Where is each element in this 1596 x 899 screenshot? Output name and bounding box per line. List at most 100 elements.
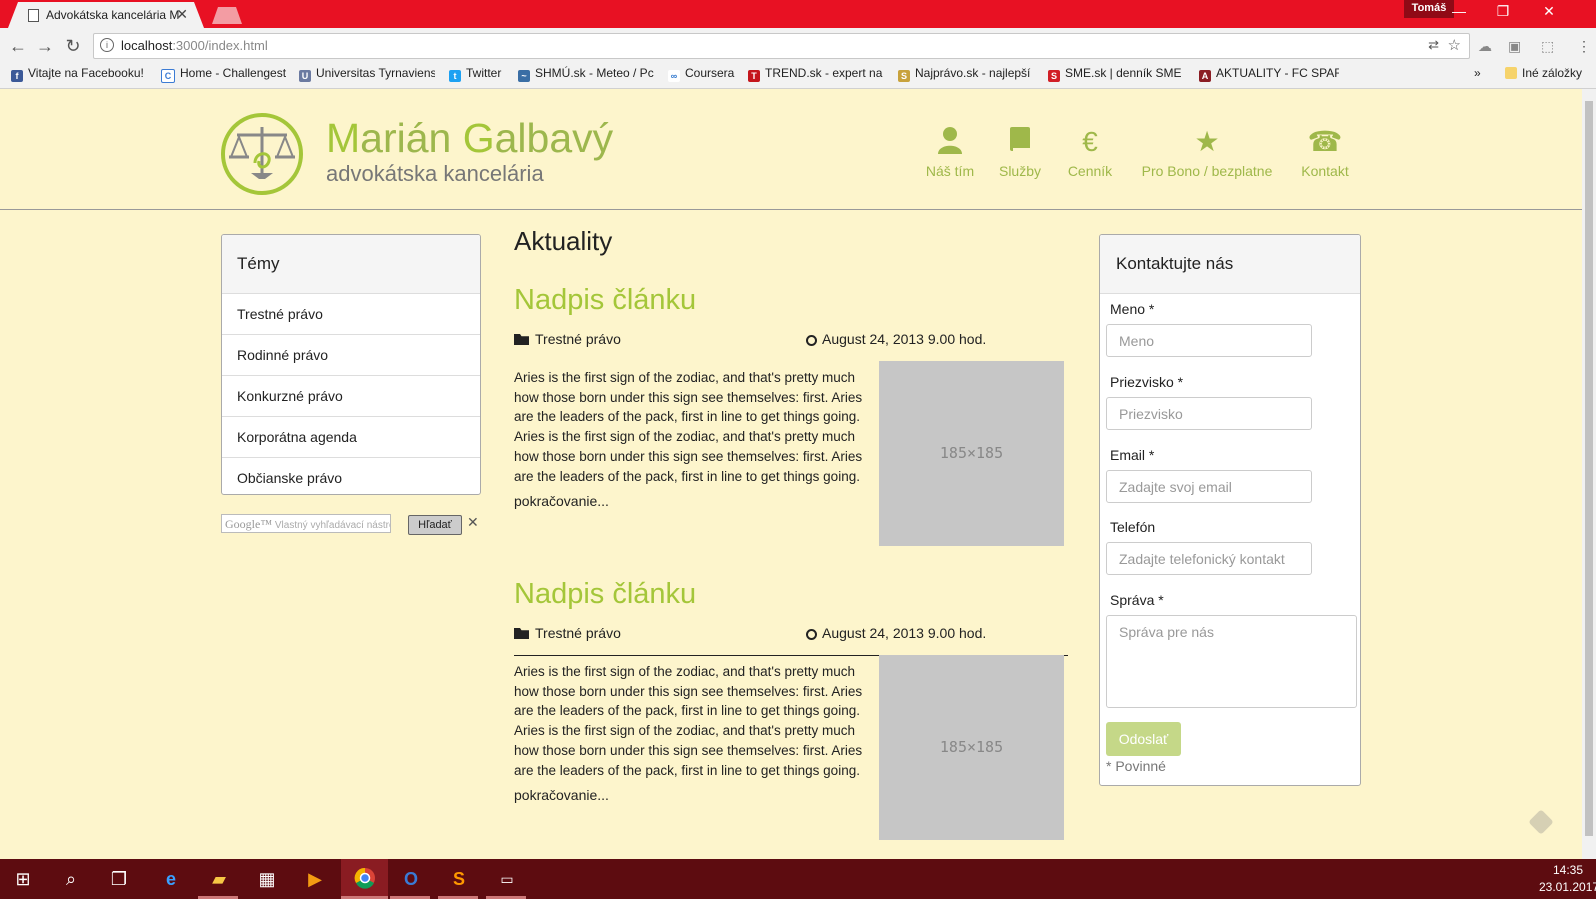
address-bar[interactable]: i localhost:3000/index.html ⇄ ☆ bbox=[93, 33, 1470, 59]
page-scrollbar[interactable] bbox=[1582, 89, 1596, 859]
close-window-icon[interactable]: ✕ bbox=[1534, 3, 1564, 20]
bookmark-star-icon[interactable]: ☆ bbox=[1448, 36, 1461, 54]
article-category-label: Trestné právo bbox=[535, 331, 621, 347]
search-placeholder: Vlastný vyhľadávací nástroj bbox=[274, 520, 391, 531]
store-icon[interactable]: ▦ bbox=[254, 867, 280, 891]
file-explorer-icon[interactable]: ▰ bbox=[206, 867, 232, 891]
outlook-icon[interactable]: O bbox=[398, 867, 424, 891]
google-logo-text: Google™ bbox=[225, 517, 273, 531]
article-excerpt: Aries is the first sign of the zodiac, a… bbox=[514, 370, 863, 484]
bookmark-item[interactable]: T TREND.sk - expert na bbox=[748, 66, 884, 82]
back-icon[interactable]: ← bbox=[7, 36, 29, 57]
bookmark-item[interactable]: A AKTUALITY - FC SPAR bbox=[1199, 66, 1339, 82]
nav-item-pro-bono[interactable]: ★ Pro Bono / bezplatne bbox=[1140, 125, 1274, 179]
read-more-link[interactable]: pokračovanie... bbox=[514, 493, 609, 509]
translate-icon[interactable]: ⇄ bbox=[1428, 37, 1439, 53]
google-search-input[interactable]: Google™ Vlastný vyhľadávací nástroj bbox=[221, 514, 391, 533]
university-icon: U bbox=[299, 70, 311, 82]
surname-input[interactable]: Priezvisko bbox=[1106, 397, 1312, 430]
article-category[interactable]: Trestné právo bbox=[514, 625, 621, 641]
topic-item[interactable]: Trestné právo bbox=[222, 294, 480, 335]
send-button[interactable]: Odoslať bbox=[1106, 722, 1181, 756]
media-player-icon[interactable]: ▶ bbox=[302, 867, 328, 891]
nav-label: Cenník bbox=[1067, 163, 1113, 179]
phone-label: Telefón bbox=[1110, 519, 1156, 535]
extension-cast-icon[interactable]: ▣ bbox=[1508, 38, 1521, 55]
user-svg bbox=[938, 127, 962, 154]
logo-scales-svg bbox=[229, 127, 295, 179]
forward-icon[interactable]: → bbox=[34, 36, 56, 57]
phone-input[interactable]: Zadajte telefonický kontakt bbox=[1106, 542, 1312, 575]
nav-item-contact[interactable]: ☎ Kontakt bbox=[1298, 125, 1352, 179]
search-icon[interactable]: ⌕ bbox=[58, 867, 84, 891]
extension-pdf-icon[interactable]: ⬚ bbox=[1541, 38, 1554, 55]
minimize-icon[interactable]: — bbox=[1444, 3, 1474, 19]
article-image-placeholder: 185×185 bbox=[879, 361, 1064, 546]
bookmark-item[interactable]: S Najprávo.sk - najlepší bbox=[898, 66, 1036, 82]
twitter-icon: t bbox=[449, 70, 461, 82]
news-heading: Aktuality bbox=[514, 226, 613, 256]
bookmark-item[interactable]: ∞ Coursera bbox=[668, 66, 738, 82]
scrollbar-thumb[interactable] bbox=[1585, 101, 1593, 836]
brand-name[interactable]: Marián Galbavý bbox=[326, 115, 613, 162]
folder-icon bbox=[514, 628, 529, 639]
topic-item[interactable]: Korporátna agenda bbox=[222, 417, 480, 458]
topic-item[interactable]: Občianske právo bbox=[222, 458, 480, 494]
contact-title: Kontaktujte nás bbox=[1100, 235, 1360, 294]
bookmark-item[interactable]: S SME.sk | denník SME - bbox=[1048, 66, 1184, 82]
edge-icon[interactable]: e bbox=[158, 867, 184, 891]
menu-icon[interactable]: ⋮ bbox=[1577, 38, 1591, 55]
chrome-icon[interactable] bbox=[352, 867, 378, 891]
email-input[interactable]: Zadajte svoj email bbox=[1106, 470, 1312, 503]
article-category[interactable]: Trestné právo bbox=[514, 331, 621, 347]
other-bookmarks[interactable]: Iné záložky bbox=[1505, 66, 1582, 80]
bookmark-item[interactable]: f Vitajte na Facebooku! bbox=[11, 66, 145, 82]
book-icon bbox=[995, 125, 1045, 159]
clock-icon bbox=[806, 335, 817, 346]
sublime-icon[interactable]: S bbox=[446, 867, 472, 891]
more-bookmarks-icon[interactable]: » bbox=[1474, 66, 1481, 80]
nav-item-pricing[interactable]: € Cenník bbox=[1062, 125, 1118, 179]
article-title[interactable]: Nadpis článku bbox=[514, 578, 696, 611]
floating-tag-icon[interactable] bbox=[1528, 809, 1554, 835]
nav-label: Náš tím bbox=[925, 163, 975, 179]
taskbar-date[interactable]: 23.01.2017 bbox=[1539, 880, 1596, 894]
search-button[interactable]: Hľadať bbox=[408, 515, 462, 535]
terminal-icon[interactable]: ▭ bbox=[494, 867, 520, 891]
restore-icon[interactable]: ❐ bbox=[1488, 3, 1518, 20]
browser-tab-active[interactable]: Advokátska kancelária M ✕ bbox=[8, 2, 204, 28]
clear-search-icon[interactable]: ✕ bbox=[467, 514, 479, 531]
bookmark-label: TREND.sk - expert na bbox=[765, 66, 883, 80]
bookmark-item[interactable]: U Universitas Tyrnaviens bbox=[299, 66, 435, 82]
brand-subtitle: advokátska kancelária bbox=[326, 161, 544, 186]
bookmark-item[interactable]: C Home - Challengest bbox=[161, 66, 289, 83]
bookmark-item[interactable]: t Twitter bbox=[449, 66, 511, 82]
nav-item-team[interactable]: Náš tím bbox=[922, 125, 978, 179]
logo-scales-icon[interactable] bbox=[221, 113, 303, 195]
info-icon[interactable]: i bbox=[100, 38, 114, 52]
article-title[interactable]: Nadpis článku bbox=[514, 284, 696, 317]
bookmark-label: SME.sk | denník SME - bbox=[1065, 66, 1184, 80]
facebook-icon: f bbox=[11, 70, 23, 82]
topic-item[interactable]: Konkurzné právo bbox=[222, 376, 480, 417]
article-date: August 24, 2013 9.00 hod. bbox=[806, 331, 986, 347]
required-note: * Povinné bbox=[1106, 758, 1166, 774]
extension-cloud-icon[interactable]: ☁ bbox=[1478, 38, 1492, 55]
contact-form-panel: Kontaktujte nás Meno * Meno Priezvisko *… bbox=[1099, 234, 1361, 786]
topic-item[interactable]: Rodinné právo bbox=[222, 335, 480, 376]
bookmark-item[interactable]: ~ SHMÚ.sk - Meteo / Pc bbox=[518, 66, 654, 82]
windows-taskbar: ⊞ ⌕ ❐ e ▰ ▦ ▶ O S ▭ 14:35 23.01.2017 bbox=[0, 859, 1596, 899]
windows-start-icon[interactable]: ⊞ bbox=[10, 867, 36, 891]
name-input[interactable]: Meno bbox=[1106, 324, 1312, 357]
taskbar-time[interactable]: 14:35 bbox=[1553, 863, 1583, 877]
topics-panel: Témy Trestné právo Rodinné právo Konkurz… bbox=[221, 234, 481, 495]
reload-icon[interactable]: ↻ bbox=[62, 36, 84, 57]
url-path: :3000/index.html bbox=[172, 38, 268, 53]
folder-icon bbox=[514, 334, 529, 345]
read-more-link[interactable]: pokračovanie... bbox=[514, 787, 609, 803]
message-label: Správa * bbox=[1110, 592, 1164, 608]
message-textarea[interactable]: Správa pre nás bbox=[1106, 615, 1357, 708]
nav-item-services[interactable]: Služby bbox=[995, 125, 1045, 179]
task-view-icon[interactable]: ❐ bbox=[106, 867, 132, 891]
tab-close-icon[interactable]: ✕ bbox=[176, 6, 188, 23]
